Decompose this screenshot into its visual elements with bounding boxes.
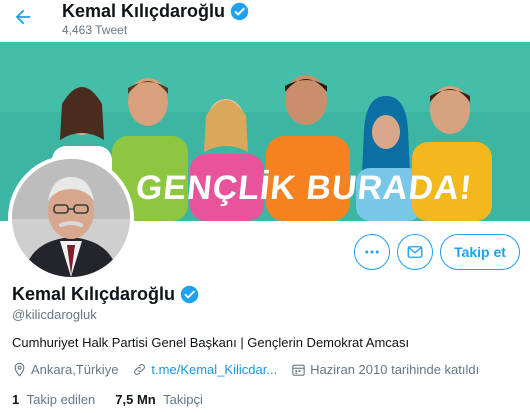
profile-header: Kemal Kılıçdaroğlu 4,463 Tweet: [0, 0, 530, 42]
avatar-portrait: [12, 159, 130, 277]
profile-name: Kemal Kılıçdaroğlu: [12, 284, 199, 305]
location-pin-icon: [14, 362, 25, 377]
profile-handle: @kilicdarogluk: [12, 307, 97, 322]
verified-badge-icon: [180, 285, 199, 304]
website-link[interactable]: t.me/Kemal_Kilicdar...: [151, 362, 277, 377]
followers-stat[interactable]: 7,5 Mn Takipçi: [115, 392, 203, 407]
back-button[interactable]: [8, 2, 38, 32]
profile-meta: Ankara,Türkiye t.me/Kemal_Kilicdar... Ha…: [12, 362, 493, 377]
header-name: Kemal Kılıçdaroğlu: [62, 1, 226, 21]
profile-display-name: Kemal Kılıçdaroğlu: [12, 284, 176, 304]
joined-item: Haziran 2010 tarihinde katıldı: [291, 362, 479, 377]
calendar-icon: [292, 364, 305, 376]
follow-button[interactable]: Takip et: [440, 234, 520, 270]
profile-bio: Cumhuriyet Halk Partisi Genel Başkanı | …: [12, 335, 410, 350]
profile-avatar[interactable]: [8, 155, 134, 281]
tweet-count: 4,463 Tweet: [62, 23, 128, 37]
followers-count: 7,5 Mn: [115, 392, 156, 407]
more-options-button[interactable]: [354, 234, 390, 270]
message-button[interactable]: [397, 234, 433, 270]
banner-slogan: GENÇLİK BURADA!: [134, 169, 475, 207]
location-text: Ankara,Türkiye: [31, 362, 119, 377]
website-item[interactable]: t.me/Kemal_Kilicdar...: [132, 362, 277, 377]
location-item: Ankara,Türkiye: [12, 362, 118, 377]
followers-label: Takipçi: [163, 392, 203, 407]
header-title: Kemal Kılıçdaroğlu: [62, 1, 249, 22]
arrow-left-icon: [15, 9, 31, 25]
following-count: 1: [12, 392, 20, 407]
joined-text: Haziran 2010 tarihinde katıldı: [310, 362, 480, 377]
following-label: Takip edilen: [26, 392, 96, 407]
profile-stats: 1 Takip edilen 7,5 Mn Takipçi: [12, 392, 223, 407]
verified-badge-icon: [230, 2, 249, 21]
link-icon: [134, 364, 146, 375]
envelope-icon: [407, 246, 423, 258]
more-dots-icon: [365, 250, 379, 254]
following-stat[interactable]: 1 Takip edilen: [12, 392, 95, 407]
